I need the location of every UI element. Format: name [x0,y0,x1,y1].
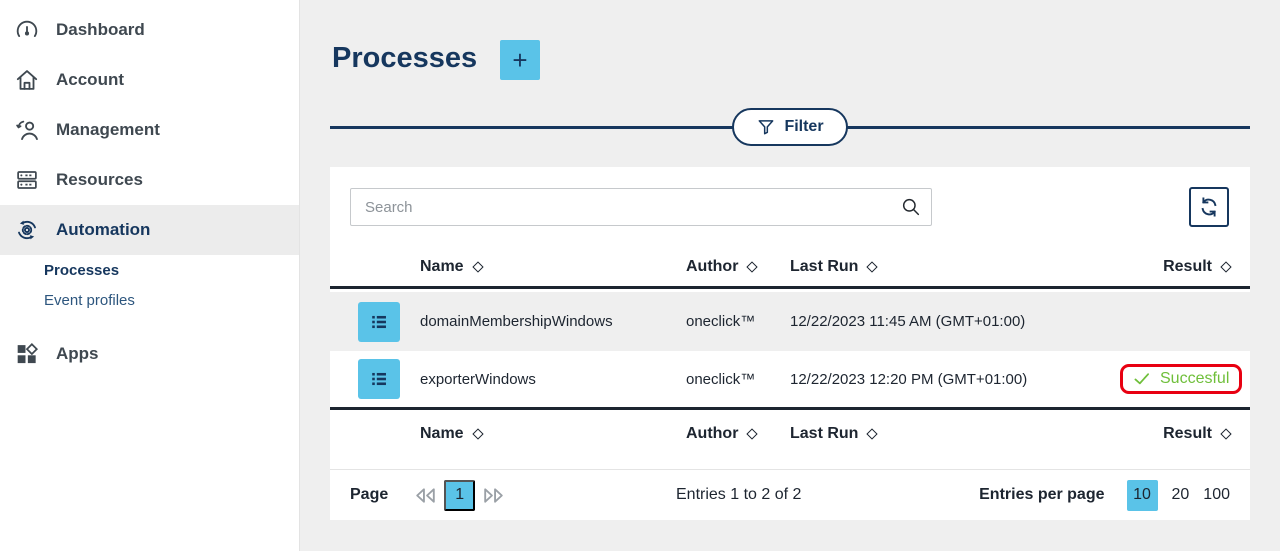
sidebar-item-account[interactable]: Account [0,55,299,105]
process-last-run: 12/22/2023 12:20 PM (GMT+01:00) [790,371,1120,388]
column-footer-result[interactable]: Result [1163,425,1230,443]
sidebar-item-apps[interactable]: Apps [0,329,299,379]
sort-icon [472,261,483,272]
sidebar-item-label: Resources [56,170,143,190]
sidebar-item-label: Dashboard [56,20,145,40]
row-details-button[interactable] [358,359,400,399]
apps-icon [14,341,40,367]
sidebar-item-label: Management [56,120,160,140]
app-window: Dashboard Account Management Resources A [0,0,1280,551]
sidebar-item-label: Apps [56,344,99,364]
previous-page-icon[interactable] [412,484,439,506]
column-footer-author[interactable]: Author [686,425,790,443]
server-icon [14,167,40,193]
sort-icon [472,428,483,439]
page-size-20[interactable]: 20 [1172,486,1190,504]
row-details-button[interactable] [358,302,400,342]
search-icon[interactable] [900,196,922,218]
sidebar-item-label: Account [56,70,124,90]
check-icon [1133,372,1151,386]
table-footer-header-row: Name Author Last Run Result [330,413,1250,455]
gauge-icon [14,17,40,43]
add-process-button[interactable]: + [500,40,540,80]
search-field [350,188,932,226]
home-icon [14,67,40,93]
sort-icon [1220,428,1231,439]
process-name: exporterWindows [420,371,686,388]
page-size-10[interactable]: 10 [1127,480,1158,511]
process-author: oneclick™ [686,313,790,330]
page-title: Processes [332,42,477,75]
column-header-last-run[interactable]: Last Run [790,258,1120,276]
table-row[interactable]: exporterWindows oneclick™ 12/22/2023 12:… [330,351,1250,410]
sidebar-item-dashboard[interactable]: Dashboard [0,5,299,55]
sort-icon [1220,261,1231,272]
next-page-icon[interactable] [480,484,507,506]
page-label: Page [350,486,388,504]
pagination-bar: Page 1 Entries 1 to 2 of 2 Entries per p… [330,470,1250,520]
table-row[interactable]: domainMembershipWindows oneclick™ 12/22/… [330,292,1250,351]
column-footer-name[interactable]: Name [420,425,686,443]
sidebar: Dashboard Account Management Resources A [0,0,300,551]
entries-info: Entries 1 to 2 of 2 [676,486,801,504]
filter-label: Filter [784,118,823,136]
gear-sync-icon [14,217,40,243]
refresh-icon [1197,195,1221,219]
column-header-author[interactable]: Author [686,258,790,276]
page-number-button[interactable]: 1 [444,480,475,511]
result-status: Succesful [1160,370,1229,388]
process-author: oneclick™ [686,371,790,388]
sidebar-item-resources[interactable]: Resources [0,155,299,205]
processes-card: Name Author Last Run Result domainMember… [330,167,1250,520]
sort-icon [747,428,758,439]
result-annotation-box: Succesful [1120,364,1242,394]
sort-icon [867,428,878,439]
sidebar-subitem-label: Processes [44,262,119,279]
process-name: domainMembershipWindows [420,313,686,330]
sidebar-item-automation[interactable]: Automation [0,205,299,255]
sidebar-item-label: Automation [56,220,150,240]
sort-icon [867,261,878,272]
sidebar-subitem-processes[interactable]: Processes [0,255,299,285]
filter-button[interactable]: Filter [732,108,848,146]
funnel-icon [756,117,776,137]
page-size-100[interactable]: 100 [1203,486,1230,504]
sidebar-item-management[interactable]: Management [0,105,299,155]
search-input[interactable] [350,188,932,226]
sort-icon [747,261,758,272]
list-icon [368,311,390,333]
process-last-run: 12/22/2023 11:45 AM (GMT+01:00) [790,313,1120,330]
user-sync-icon [14,117,40,143]
entries-per-page-label: Entries per page [979,486,1104,504]
column-footer-last-run[interactable]: Last Run [790,425,1120,443]
column-header-result[interactable]: Result [1163,258,1230,276]
column-header-name[interactable]: Name [420,258,686,276]
sidebar-subitem-label: Event profiles [44,292,135,309]
refresh-button[interactable] [1189,187,1229,227]
sidebar-subitem-event-profiles[interactable]: Event profiles [0,285,299,315]
table-header-row: Name Author Last Run Result [330,247,1250,289]
list-icon [368,368,390,390]
